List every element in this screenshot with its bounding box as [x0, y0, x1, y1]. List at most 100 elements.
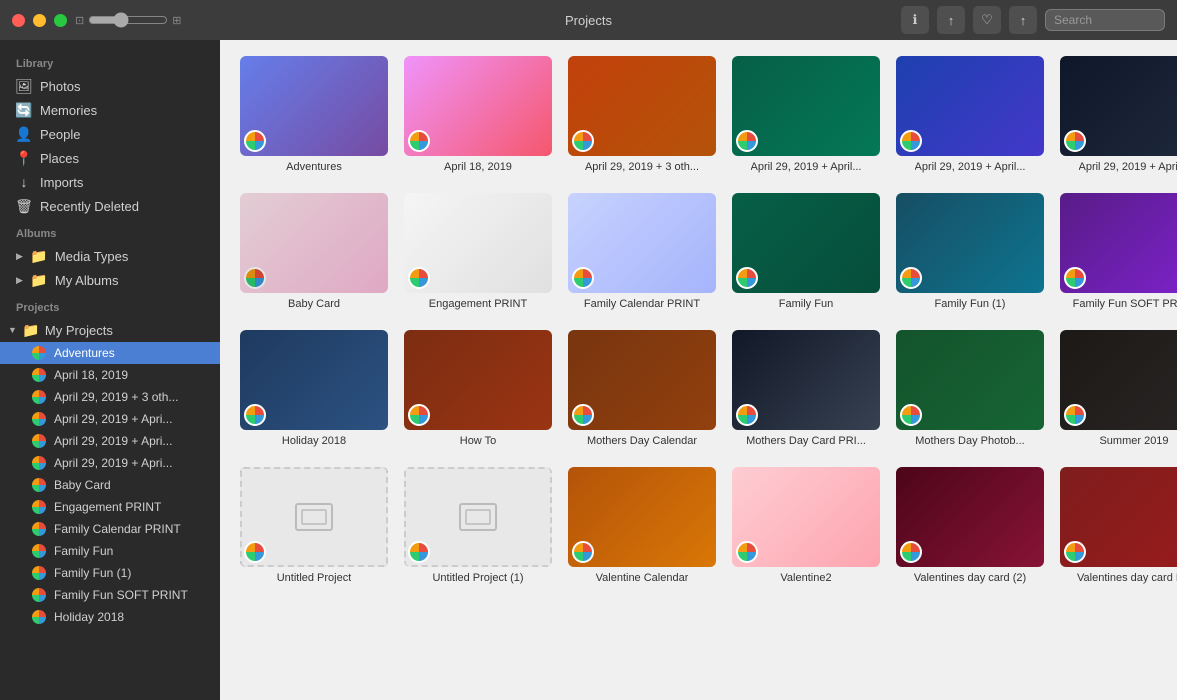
sidebar-item-memories[interactable]: 🔄 Memories: [0, 98, 220, 122]
project-badge-adventures: [244, 130, 266, 152]
project-dot-apr29-4: [32, 456, 46, 470]
project-label-family-fun-1: Family Fun (1): [935, 298, 1006, 310]
search-input[interactable]: [1045, 9, 1165, 31]
sidebar-item-media-types[interactable]: ▶ 📁 Media Types: [0, 244, 220, 268]
sidebar-item-adventures[interactable]: Adventures: [0, 342, 220, 364]
sidebar-item-people[interactable]: 👤 People: [0, 122, 220, 146]
upload-button[interactable]: ↑: [1009, 6, 1037, 34]
project-badge-valentines-day-p: [1064, 541, 1086, 563]
minimize-button[interactable]: [33, 14, 46, 27]
project-item-summer-2019[interactable]: Summer 2019: [1060, 330, 1177, 447]
project-item-holiday-2018[interactable]: Holiday 2018: [240, 330, 388, 447]
sidebar-item-recently-deleted[interactable]: 🗑 Recently Deleted: [0, 194, 220, 218]
project-item-baby-card[interactable]: Baby Card: [240, 193, 388, 310]
sidebar-item-family-fun-soft[interactable]: Family Fun SOFT PRINT: [0, 584, 220, 606]
project-badge-april18: [408, 130, 430, 152]
project-dot-april18: [32, 368, 46, 382]
project-badge-family-fun: [736, 267, 758, 289]
project-label-mothers-card: Mothers Day Card PRI...: [746, 435, 866, 447]
project-item-mothers-photo[interactable]: Mothers Day Photob...: [896, 330, 1044, 447]
sidebar-item-imports[interactable]: ↓ Imports: [0, 170, 220, 194]
project-label-apr29-3: April 29, 2019 + April...: [915, 161, 1026, 173]
project-item-apr29-1[interactable]: April 29, 2019 + 3 oth...: [568, 56, 716, 173]
project-label-untitled-1: Untitled Project (1): [432, 572, 523, 584]
project-label-baby-card: Baby Card: [288, 298, 340, 310]
project-dot-family-fun-soft: [32, 588, 46, 602]
project-item-valentine-cal[interactable]: Valentine Calendar: [568, 467, 716, 584]
sidebar-item-family-fun[interactable]: Family Fun: [0, 540, 220, 562]
project-thumb-holiday-2018: [240, 330, 388, 430]
project-badge-apr29-3: [900, 130, 922, 152]
project-item-family-fun-1[interactable]: Family Fun (1): [896, 193, 1044, 310]
sidebar-item-family-cal[interactable]: Family Calendar PRINT: [0, 518, 220, 540]
project-item-apr29-3[interactable]: April 29, 2019 + April...: [896, 56, 1044, 173]
project-item-apr29-4[interactable]: April 29, 2019 + April...: [1060, 56, 1177, 173]
info-button[interactable]: ℹ: [901, 6, 929, 34]
albums-section-title: Albums: [0, 218, 220, 244]
project-item-family-fun-soft[interactable]: Family Fun SOFT PRINT: [1060, 193, 1177, 310]
sidebar-label-apr29-2: April 29, 2019 + Apri...: [54, 412, 172, 426]
project-badge-summer-2019: [1064, 404, 1086, 426]
project-item-valentine2[interactable]: Valentine2: [732, 467, 880, 584]
project-label-holiday-2018: Holiday 2018: [282, 435, 346, 447]
sidebar-label-my-albums: My Albums: [55, 273, 119, 288]
project-item-adventures[interactable]: Adventures: [240, 56, 388, 173]
project-badge-apr29-1: [572, 130, 594, 152]
project-item-family-fun[interactable]: Family Fun: [732, 193, 880, 310]
project-thumb-how-to: [404, 330, 552, 430]
sidebar-item-family-fun-1[interactable]: Family Fun (1): [0, 562, 220, 584]
project-item-how-to[interactable]: How To: [404, 330, 552, 447]
sidebar-label-memories: Memories: [40, 103, 97, 118]
close-button[interactable]: [12, 14, 25, 27]
project-label-valentine2: Valentine2: [780, 572, 831, 584]
project-thumb-family-cal: [568, 193, 716, 293]
project-item-valentines-day[interactable]: Valentines day card (2): [896, 467, 1044, 584]
sidebar-item-baby-card[interactable]: Baby Card: [0, 474, 220, 496]
sidebar-item-apr29-1[interactable]: April 29, 2019 + 3 oth...: [0, 386, 220, 408]
project-badge-untitled-1: [408, 541, 430, 563]
project-label-valentines-day-p: Valentines day card P...: [1077, 572, 1177, 584]
window-controls: ⊡ ⊞: [12, 12, 181, 28]
sidebar-item-photos[interactable]: 🖼 Photos: [0, 74, 220, 98]
project-thumb-valentine-cal: [568, 467, 716, 567]
sidebar-label-imports: Imports: [40, 175, 83, 190]
project-item-family-cal[interactable]: Family Calendar PRINT: [568, 193, 716, 310]
sidebar-item-apr29-2[interactable]: April 29, 2019 + Apri...: [0, 408, 220, 430]
sidebar-item-apr29-4[interactable]: April 29, 2019 + Apri...: [0, 452, 220, 474]
my-projects-group[interactable]: ▼ 📁 My Projects: [0, 318, 220, 342]
sidebar-label-holiday-2018: Holiday 2018: [54, 610, 124, 624]
project-thumb-apr29-4: [1060, 56, 1177, 156]
project-badge-engagement: [408, 267, 430, 289]
sidebar-item-holiday-2018[interactable]: Holiday 2018: [0, 606, 220, 628]
project-item-valentines-day-p[interactable]: Valentines day card P...: [1060, 467, 1177, 584]
share-button[interactable]: ↑: [937, 6, 965, 34]
sidebar-label-family-fun-1: Family Fun (1): [54, 566, 131, 580]
project-item-april18[interactable]: April 18, 2019: [404, 56, 552, 173]
projects-grid: AdventuresApril 18, 2019April 29, 2019 +…: [240, 56, 1157, 584]
project-badge-mothers-photo: [900, 404, 922, 426]
project-thumb-baby-card: [240, 193, 388, 293]
sidebar-item-april18[interactable]: April 18, 2019: [0, 364, 220, 386]
sidebar-label-apr29-3: April 29, 2019 + Apri...: [54, 434, 172, 448]
heart-button[interactable]: ♡: [973, 6, 1001, 34]
project-label-summer-2019: Summer 2019: [1099, 435, 1168, 447]
sidebar-label-photos: Photos: [40, 79, 80, 94]
project-item-untitled-1[interactable]: Untitled Project (1): [404, 467, 552, 584]
project-item-mothers-card[interactable]: Mothers Day Card PRI...: [732, 330, 880, 447]
sidebar-item-apr29-3[interactable]: April 29, 2019 + Apri...: [0, 430, 220, 452]
project-badge-family-fun-1: [900, 267, 922, 289]
sidebar-item-my-albums[interactable]: ▶ 📁 My Albums: [0, 268, 220, 292]
sidebar-label-apr29-1: April 29, 2019 + 3 oth...: [54, 390, 178, 404]
zoom-small-icon: ⊡: [75, 14, 84, 27]
sidebar-item-places[interactable]: 📍 Places: [0, 146, 220, 170]
zoom-slider[interactable]: [88, 12, 168, 28]
project-item-untitled[interactable]: Untitled Project: [240, 467, 388, 584]
sidebar-item-engagement[interactable]: Engagement PRINT: [0, 496, 220, 518]
project-dot-apr29-2: [32, 412, 46, 426]
project-label-mothers-cal: Mothers Day Calendar: [587, 435, 697, 447]
project-item-apr29-2[interactable]: April 29, 2019 + April...: [732, 56, 880, 173]
memories-icon: 🔄: [16, 102, 32, 118]
project-item-engagement[interactable]: Engagement PRINT: [404, 193, 552, 310]
maximize-button[interactable]: [54, 14, 67, 27]
project-item-mothers-cal[interactable]: Mothers Day Calendar: [568, 330, 716, 447]
